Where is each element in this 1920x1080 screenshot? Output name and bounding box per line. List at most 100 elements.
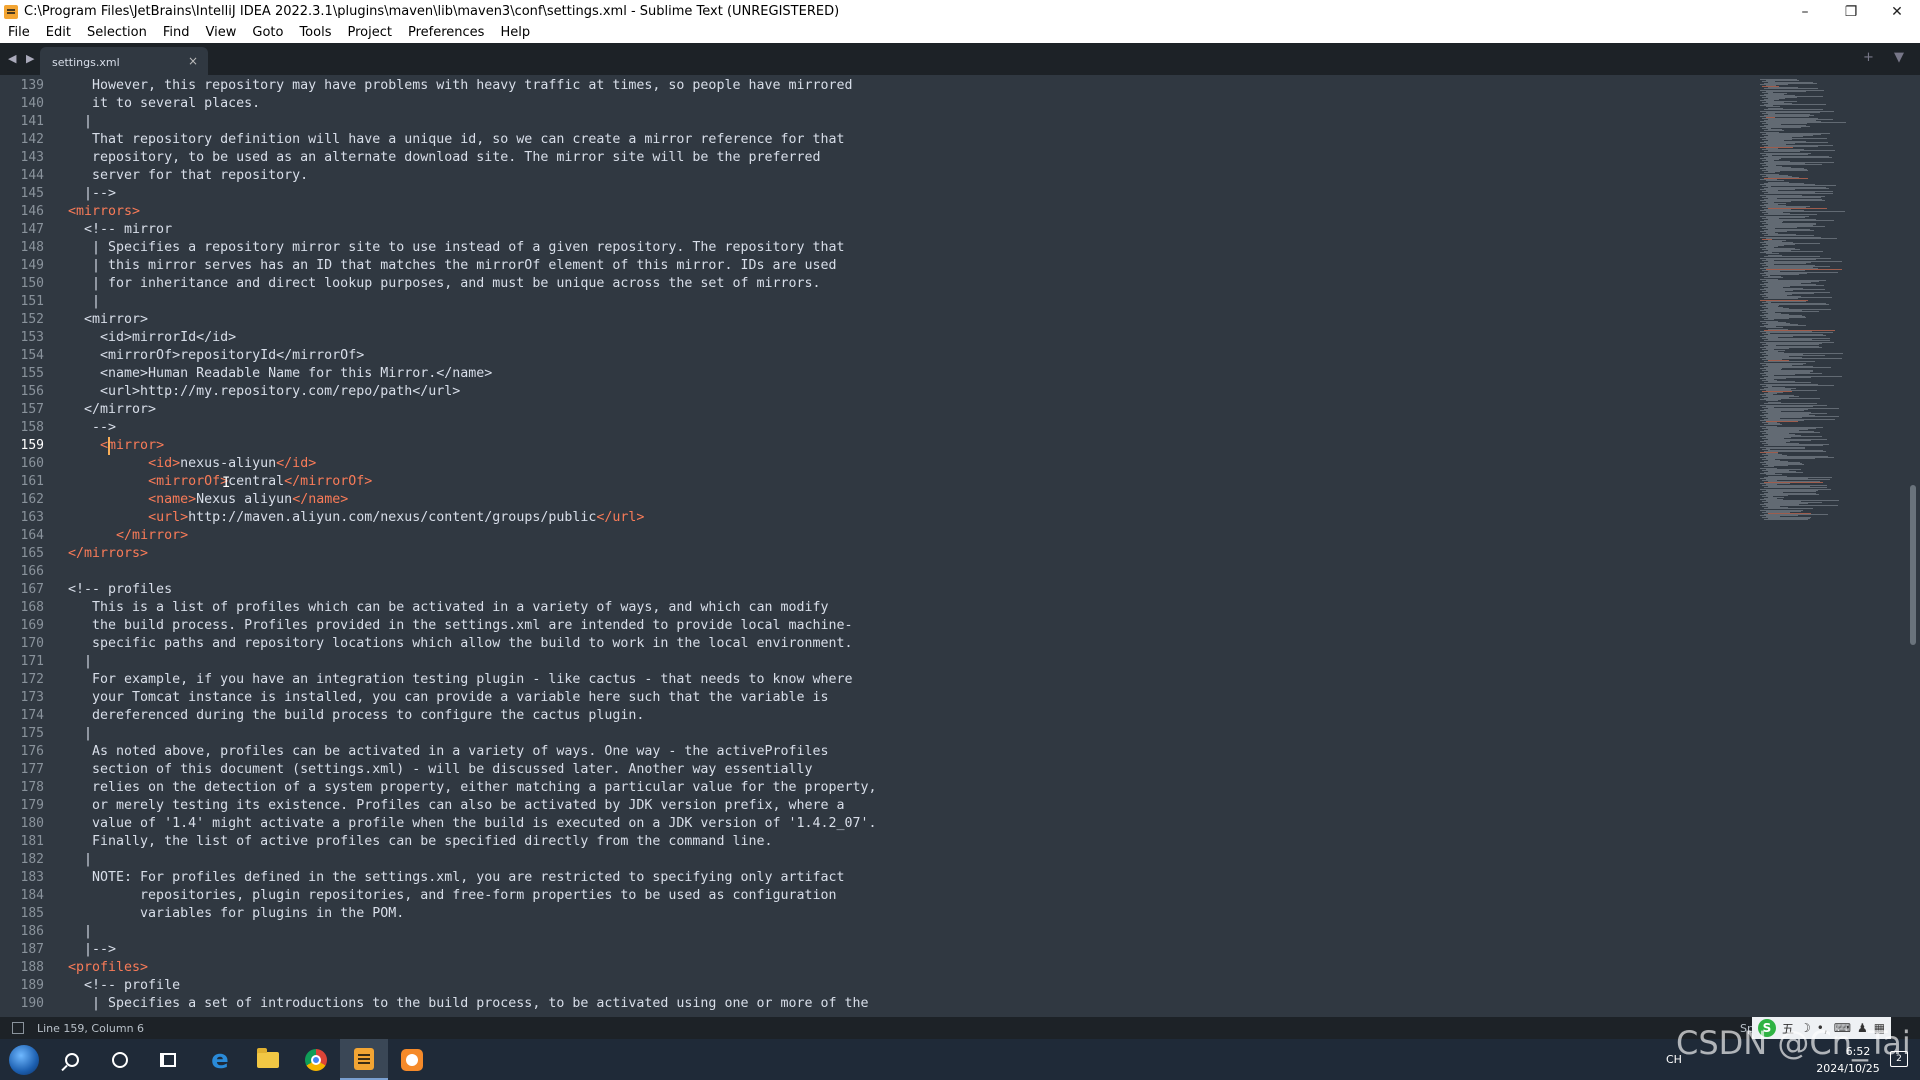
code-line[interactable]: <profiles> (68, 959, 148, 977)
line-number: 180 (20, 816, 44, 831)
code-line[interactable]: value of '1.4' might activate a profile … (68, 815, 877, 833)
code-line[interactable]: | (68, 653, 92, 671)
code-line[interactable]: <id>nexus-aliyun</id> (68, 455, 316, 473)
line-number: 157 (20, 402, 44, 417)
code-line[interactable]: |--> (68, 941, 116, 959)
code-line[interactable]: | (68, 851, 92, 869)
menu-preferences[interactable]: Preferences (400, 23, 492, 43)
code-line[interactable]: | (68, 725, 92, 743)
line-number: 155 (20, 366, 44, 381)
tab-settings-xml[interactable]: settings.xml × (40, 47, 208, 75)
title-bar: C:\Program Files\JetBrains\IntelliJ IDEA… (0, 0, 1920, 23)
code-line[interactable]: your Tomcat instance is installed, you c… (68, 689, 829, 707)
code-line[interactable]: <name>Human Readable Name for this Mirro… (68, 365, 492, 383)
menu-view[interactable]: View (198, 23, 245, 43)
tab-controls-icon[interactable]: + ▼ (1863, 50, 1912, 65)
minimap-line (1764, 251, 1824, 253)
editor[interactable]: 139 140 141 142 143 144 145 146 147 148 149 150 151 1… (0, 75, 1920, 1017)
file-explorer-button[interactable] (244, 1039, 292, 1080)
code-line[interactable]: <mirrorOf>repositoryId</mirrorOf> (68, 347, 364, 365)
code-line[interactable]: repository, to be used as an alternate d… (68, 149, 821, 167)
code-line[interactable]: <mirror> (68, 437, 164, 455)
minimap-line (1766, 253, 1780, 255)
code-line[interactable]: | this mirror serves has an ID that matc… (68, 257, 837, 275)
maximize-button[interactable]: ❐ (1828, 0, 1874, 23)
code-line[interactable]: <!-- profile (68, 977, 180, 995)
code-area[interactable]: However, this repository may have proble… (68, 75, 1748, 1017)
line-number: 170 (20, 636, 44, 651)
code-line[interactable]: repositories, plugin repositories, and f… (68, 887, 836, 905)
code-line[interactable]: specific paths and repository locations … (68, 635, 853, 653)
menu-edit[interactable]: Edit (38, 23, 79, 43)
minimap-line (1766, 274, 1800, 276)
code-line[interactable]: </mirrors> (68, 545, 148, 563)
menu-goto[interactable]: Goto (244, 23, 291, 43)
start-button[interactable] (0, 1039, 48, 1080)
code-line[interactable]: | Specifies a repository mirror site to … (68, 239, 845, 257)
code-line[interactable]: |--> (68, 185, 116, 203)
edge-button[interactable]: e (196, 1039, 244, 1080)
menu-file[interactable]: File (0, 23, 38, 43)
cortana-button[interactable] (96, 1039, 144, 1080)
code-line[interactable]: dereferenced during the build process to… (68, 707, 644, 725)
tab-close-icon[interactable]: × (188, 54, 198, 68)
menu-tools[interactable]: Tools (291, 23, 339, 43)
code-line[interactable]: <id>mirrorId</id> (68, 329, 236, 347)
code-line[interactable]: That repository definition will have a u… (68, 131, 845, 149)
menu-selection[interactable]: Selection (79, 23, 155, 43)
menu-help[interactable]: Help (492, 23, 538, 43)
code-line[interactable]: | (68, 113, 92, 131)
minimap-line (1766, 473, 1783, 475)
code-line[interactable]: | (68, 293, 100, 311)
minimize-button[interactable]: – (1782, 0, 1828, 23)
chrome-button[interactable] (292, 1039, 340, 1080)
code-line[interactable]: server for that repository. (68, 167, 308, 185)
clock-date[interactable]: 2024/10/25 (1808, 1062, 1888, 1075)
code-line[interactable]: However, this repository may have proble… (68, 77, 853, 95)
sublime-text-button[interactable] (340, 1039, 388, 1080)
code-line[interactable]: | (68, 923, 92, 941)
code-line[interactable]: Finally, the list of active profiles can… (68, 833, 772, 851)
code-line[interactable]: <!-- mirror (68, 221, 172, 239)
code-line[interactable]: | Specifies a set of introductions to th… (68, 995, 869, 1013)
menu-project[interactable]: Project (339, 23, 399, 43)
line-number: 150 (20, 276, 44, 291)
code-line[interactable]: <mirror> (68, 311, 148, 329)
search-button[interactable] (48, 1039, 96, 1080)
code-line[interactable]: the build process. Profiles provided in … (68, 617, 853, 635)
app-button[interactable] (388, 1039, 436, 1080)
code-line[interactable]: <!-- profiles (68, 581, 172, 599)
code-line[interactable]: This is a list of profiles which can be … (68, 599, 829, 617)
menu-find[interactable]: Find (155, 23, 198, 43)
line-number: 156 (20, 384, 44, 399)
code-line[interactable]: <url>http://my.repository.com/repo/path<… (68, 383, 460, 401)
code-line[interactable]: relies on the detection of a system prop… (68, 779, 877, 797)
code-line[interactable]: it to several places. (68, 95, 260, 113)
code-line[interactable]: or merely testing its existence. Profile… (68, 797, 845, 815)
tab-nav-arrows-icon[interactable]: ◀ ▶ (8, 52, 37, 65)
code-line[interactable]: NOTE: For profiles defined in the settin… (68, 869, 845, 887)
code-line[interactable]: For example, if you have an integration … (68, 671, 853, 689)
code-line[interactable]: <url>http://maven.aliyun.com/nexus/conte… (68, 509, 644, 527)
line-number: 145 (20, 186, 44, 201)
line-number: 141 (20, 114, 44, 129)
vertical-scrollbar[interactable] (1910, 485, 1916, 645)
cursor-position: Line 159, Column 6 (37, 1022, 145, 1035)
close-button[interactable]: ✕ (1874, 0, 1920, 23)
line-number: 147 (20, 222, 44, 237)
code-line[interactable]: As noted above, profiles can be activate… (68, 743, 829, 761)
code-line[interactable]: <name>Nexus aliyun</name> (68, 491, 348, 509)
code-line[interactable]: | for inheritance and direct lookup purp… (68, 275, 821, 293)
code-line[interactable]: </mirror> (68, 527, 188, 545)
code-line[interactable]: variables for plugins in the POM. (68, 905, 404, 923)
windows-logo-icon (9, 1044, 39, 1075)
code-line[interactable]: --> (68, 419, 116, 437)
code-line[interactable]: <mirrorOf>central</mirrorOf> (68, 473, 372, 491)
task-view-button[interactable] (144, 1039, 192, 1080)
line-number: 169 (20, 618, 44, 633)
code-line[interactable]: </mirror> (68, 401, 156, 419)
minimap[interactable] (1748, 75, 1908, 1017)
panel-toggle-icon[interactable] (12, 1022, 24, 1034)
code-line[interactable]: <mirrors> (68, 203, 140, 221)
code-line[interactable]: section of this document (settings.xml) … (68, 761, 813, 779)
